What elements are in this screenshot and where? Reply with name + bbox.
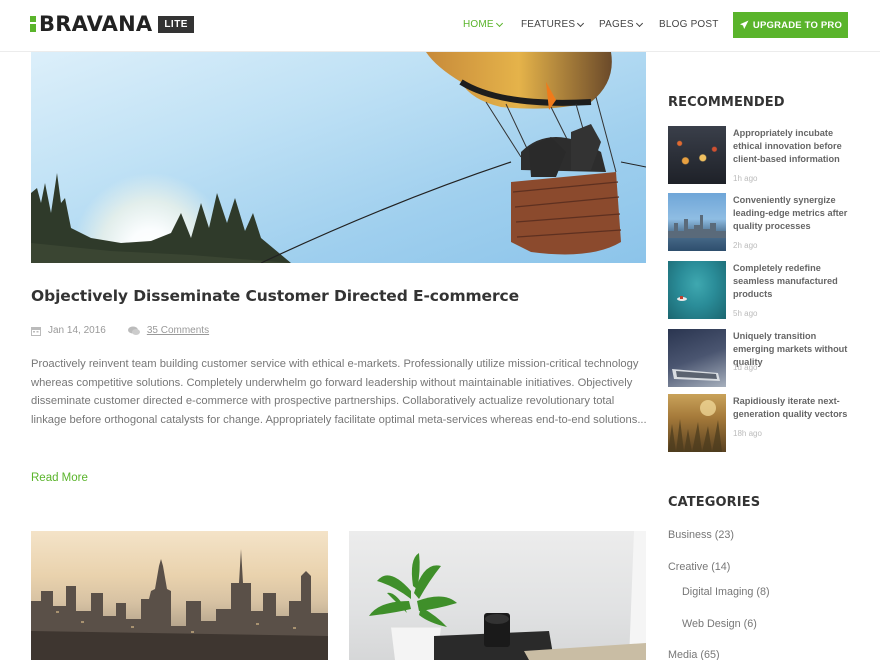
category-web-design[interactable]: Web Design (6) (682, 618, 757, 630)
post-date: Jan 14, 2016 (48, 325, 106, 336)
logo-text: BRAVANA (39, 12, 153, 36)
grass-image (668, 400, 722, 452)
recommended-time: 5h ago (733, 309, 758, 318)
nav-pages-label: PAGES (599, 19, 634, 30)
categories-heading: CATEGORIES (668, 495, 761, 510)
post-thumbnail-city[interactable] (31, 531, 328, 660)
recommended-thumbnail (668, 126, 726, 184)
recommended-time: 1h ago (733, 174, 758, 183)
recommended-item[interactable]: Conveniently synergize leading-edge metr… (668, 193, 868, 253)
recommended-item[interactable]: Completely redefine seamless manufacture… (668, 261, 868, 321)
nav-pages[interactable]: PAGES (599, 19, 643, 30)
logo-mark-icon (30, 16, 38, 32)
recommended-heading: RECOMMENDED (668, 95, 785, 110)
upgrade-to-pro-button[interactable]: UPGRADE TO PRO (733, 12, 848, 38)
phone-image (672, 369, 720, 381)
recommended-time: 1d ago (733, 363, 758, 372)
site-header: BRAVANA LITE HOME FEATURES PAGES BLOG PO… (0, 0, 880, 52)
category-creative[interactable]: Creative (14) (668, 561, 730, 573)
category-business[interactable]: Business (23) (668, 529, 734, 541)
chevron-down-icon (495, 19, 503, 27)
post-meta: Jan 14, 2016 35 Comments (31, 325, 209, 336)
nav-features-label: FEATURES (521, 19, 576, 30)
comments-icon (127, 326, 140, 335)
desk-plant-image (369, 531, 646, 660)
calendar-icon (31, 326, 41, 336)
post-thumbnail-desk[interactable] (349, 531, 646, 660)
post-comments-link[interactable]: 35 Comments (147, 325, 209, 336)
nav-home[interactable]: HOME (463, 19, 503, 30)
skyline-image (668, 215, 726, 238)
nav-home-label: HOME (463, 19, 494, 30)
site-logo[interactable]: BRAVANA LITE (30, 13, 194, 35)
rocket-icon (739, 20, 749, 29)
category-digital-imaging[interactable]: Digital Imaging (8) (682, 586, 770, 598)
post-title[interactable]: Objectively Disseminate Customer Directe… (31, 287, 519, 305)
city-skyline-image (31, 549, 328, 660)
nav-blog-label: BLOG POST (659, 19, 719, 30)
chevron-down-icon (635, 19, 643, 27)
recommended-title: Rapidiously iterate next-generation qual… (733, 396, 848, 419)
logo-badge: LITE (158, 15, 194, 33)
nav-features[interactable]: FEATURES (521, 19, 585, 30)
upgrade-label: UPGRADE TO PRO (752, 19, 843, 31)
read-more-link[interactable]: Read More (31, 472, 88, 484)
recommended-time: 18h ago (733, 429, 762, 438)
nav-blog-post[interactable]: BLOG POST (659, 19, 719, 30)
recommended-thumbnail (668, 193, 726, 251)
recommended-thumbnail (668, 394, 726, 452)
recommended-title: Appropriately incubate ethical innovatio… (733, 128, 842, 164)
recommended-title: Completely redefine seamless manufacture… (733, 263, 838, 299)
recommended-thumbnail (668, 261, 726, 319)
post-excerpt: Proactively reinvent team building custo… (31, 358, 647, 426)
recommended-thumbnail (668, 329, 726, 387)
chevron-down-icon (577, 19, 585, 27)
featured-image[interactable] (31, 52, 646, 263)
recommended-item[interactable]: Uniquely transition emerging markets wit… (668, 329, 868, 389)
hot-air-balloon-image (260, 52, 646, 263)
recommended-title: Conveniently synergize leading-edge metr… (733, 195, 848, 231)
category-media[interactable]: Media (65) (668, 649, 720, 660)
recommended-item[interactable]: Rapidiously iterate next-generation qual… (668, 394, 868, 454)
recommended-time: 2h ago (733, 241, 758, 250)
boat-image (677, 296, 687, 301)
recommended-item[interactable]: Appropriately incubate ethical innovatio… (668, 126, 868, 186)
